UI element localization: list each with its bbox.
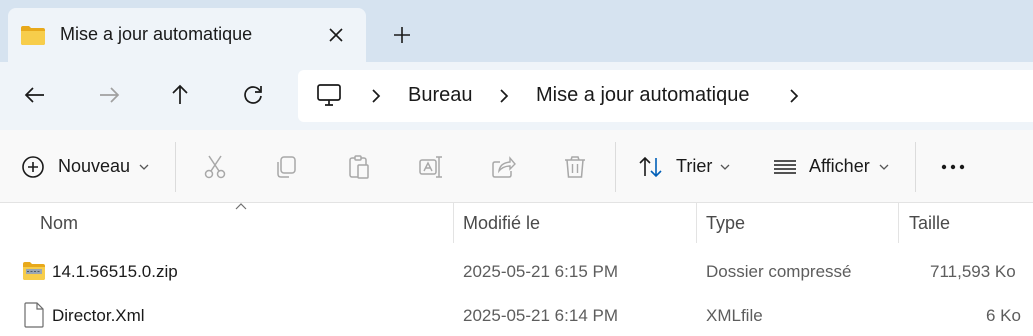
- cut-icon[interactable]: [202, 154, 228, 180]
- file-size: 711,593 Ko: [930, 262, 1016, 281]
- copy-icon[interactable]: [273, 154, 299, 180]
- column-size[interactable]: Taille: [909, 213, 950, 234]
- column-divider[interactable]: [696, 203, 697, 243]
- close-icon[interactable]: [324, 23, 348, 47]
- chevron-right-icon[interactable]: [786, 87, 802, 105]
- file-type: Dossier compressé: [706, 262, 852, 281]
- file-name[interactable]: 14.1.56515.0.zip: [52, 262, 178, 282]
- rename-icon[interactable]: [418, 154, 444, 180]
- file-icon: [24, 302, 44, 328]
- column-type[interactable]: Type: [706, 213, 745, 234]
- new-button[interactable]: Nouveau: [58, 156, 130, 177]
- column-modified[interactable]: Modifié le: [463, 213, 540, 234]
- sort-ascending-icon: [234, 203, 248, 211]
- view-icon[interactable]: [772, 154, 798, 180]
- toolbar-divider: [175, 142, 176, 192]
- tab-title: Mise a jour automatique: [60, 24, 253, 44]
- column-header-row: Nom Modifié le Type Taille: [0, 203, 1033, 243]
- refresh-icon[interactable]: [240, 82, 266, 108]
- arrow-left-icon[interactable]: [22, 82, 48, 108]
- arrow-up-icon[interactable]: [167, 82, 193, 108]
- plus-circle-icon[interactable]: [20, 154, 46, 180]
- command-bar: Nouveau Trier Afficher: [0, 130, 1033, 203]
- chevron-down-icon[interactable]: [138, 162, 150, 172]
- file-size: 6 Ko: [986, 306, 1021, 325]
- chevron-down-icon[interactable]: [878, 162, 890, 172]
- chevron-right-icon[interactable]: [368, 87, 384, 105]
- chevron-down-icon[interactable]: [719, 162, 731, 172]
- file-type: XMLfile: [706, 306, 763, 325]
- breadcrumb-item-bureau[interactable]: Bureau: [408, 84, 473, 107]
- file-name[interactable]: Director.Xml: [52, 306, 145, 326]
- column-name[interactable]: Nom: [40, 213, 78, 234]
- sort-button[interactable]: Trier: [676, 156, 712, 177]
- column-divider[interactable]: [898, 203, 899, 243]
- arrow-right-icon[interactable]: [96, 82, 122, 108]
- sort-icon[interactable]: [638, 154, 664, 180]
- file-row[interactable]: 14.1.56515.0.zip 2025-05-21 6:15 PM Doss…: [0, 252, 1033, 292]
- address-bar[interactable]: Bureau Mise a jour automatique: [298, 70, 1033, 122]
- new-tab-plus-icon[interactable]: [390, 23, 414, 47]
- file-modified: 2025-05-21 6:15 PM: [463, 262, 618, 281]
- share-icon[interactable]: [490, 154, 516, 180]
- view-button[interactable]: Afficher: [809, 156, 870, 177]
- file-modified: 2025-05-21 6:14 PM: [463, 306, 618, 325]
- chevron-right-icon[interactable]: [496, 87, 512, 105]
- file-row[interactable]: Director.Xml 2025-05-21 6:14 PM XMLfile …: [0, 296, 1033, 336]
- column-divider[interactable]: [453, 203, 454, 243]
- toolbar-divider: [615, 142, 616, 192]
- tab-strip: Mise a jour automatique: [0, 0, 1033, 62]
- folder-icon: [20, 24, 46, 46]
- zip-folder-icon: [22, 261, 46, 281]
- paste-icon[interactable]: [346, 154, 372, 180]
- delete-icon[interactable]: [562, 154, 588, 180]
- monitor-icon[interactable]: [316, 82, 342, 108]
- tab-active[interactable]: Mise a jour automatique: [8, 8, 366, 62]
- navigation-bar: Bureau Mise a jour automatique: [0, 62, 1033, 130]
- more-icon[interactable]: [940, 154, 966, 180]
- toolbar-divider: [915, 142, 916, 192]
- breadcrumb-item-current[interactable]: Mise a jour automatique: [536, 84, 749, 107]
